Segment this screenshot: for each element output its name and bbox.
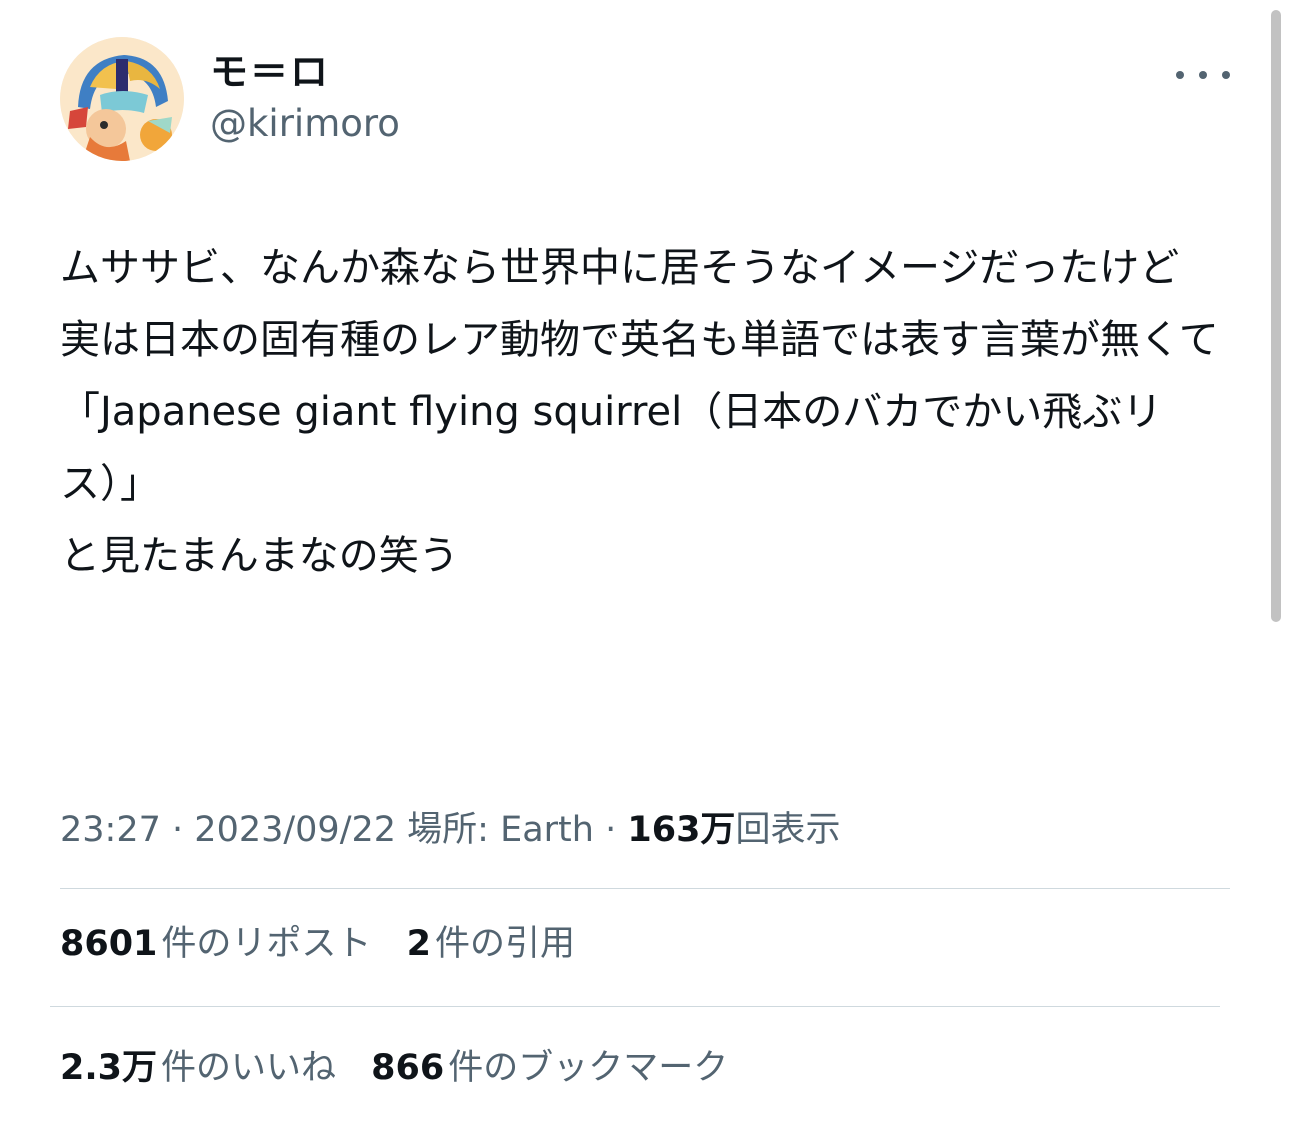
views-count: 163万 [627,810,736,850]
tweet-text: ムササビ、なんか森なら世界中に居そうなイメージだったけど 実は日本の固有種のレア… [60,245,1219,579]
more-horizontal-icon [1176,71,1184,79]
author-handle[interactable]: @kirimoro [210,100,400,148]
bookmarks-count: 866 [371,1048,445,1088]
avatar[interactable] [60,37,184,161]
more-options-button[interactable] [1176,58,1230,92]
bookmarks-stat[interactable]: 866 件のブックマーク [371,1044,728,1092]
quotes-count: 2 [406,924,431,964]
quotes-stat[interactable]: 2 件の引用 [407,920,575,968]
avatar-image [60,37,184,161]
reposts-stat[interactable]: 8601 件のリポスト [60,920,371,968]
likes-label: 件のいいね [161,1048,337,1088]
quotes-label: 件の引用 [434,924,575,964]
tweet-date[interactable]: 2023/09/22 [194,810,396,850]
likes-stat[interactable]: 2.3万 件のいいね [60,1044,336,1092]
divider [60,888,1230,889]
more-horizontal-icon-dot [1222,71,1230,79]
meta-separator: · [172,810,184,850]
tweet-meta: 23:27 · 2023/09/22 場所: Earth · 163万回表示 [60,806,1240,854]
stats-row-1: 8601 件のリポスト 2 件の引用 [60,920,599,968]
scrollbar[interactable] [1271,10,1281,622]
more-horizontal-icon-dot [1199,71,1207,79]
reposts-count: 8601 [60,924,158,964]
views-label: 回表示 [735,810,841,850]
bookmarks-label: 件のブックマーク [448,1048,729,1088]
tweet-location: 場所: Earth [407,810,594,850]
tweet-time[interactable]: 23:27 [60,810,161,850]
divider [50,1006,1220,1007]
likes-count: 2.3万 [60,1048,158,1088]
author-display-name[interactable]: モ＝ロ [210,48,330,96]
meta-separator: · [605,810,617,850]
reposts-label: 件のリポスト [161,924,372,964]
stats-row-2: 2.3万 件のいいね 866 件のブックマーク [60,1044,752,1092]
